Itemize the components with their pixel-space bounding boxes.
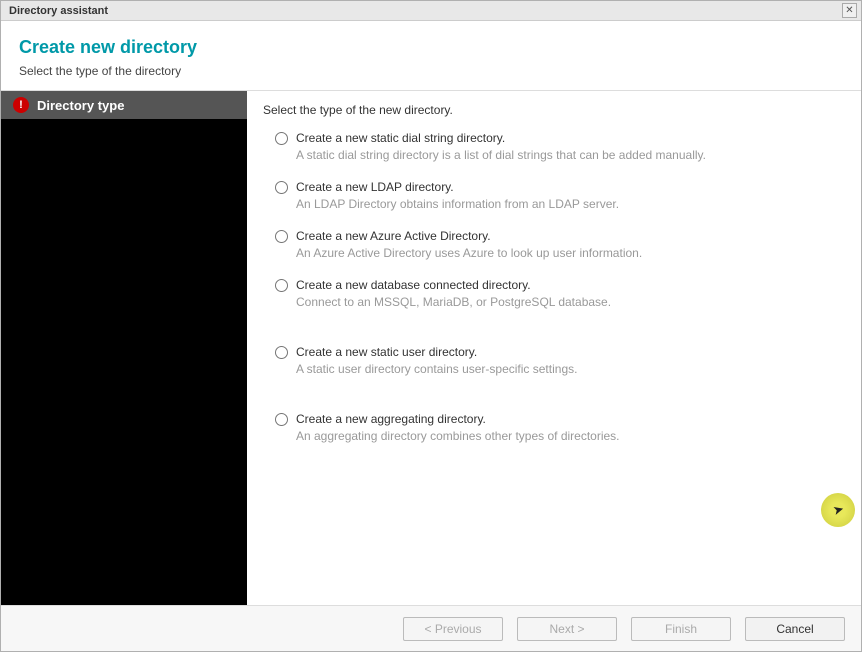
radio-row[interactable]: Create a new aggregating directory.	[275, 412, 845, 426]
button-bar: < Previous Next > Finish Cancel	[1, 605, 861, 651]
close-button[interactable]: ✕	[842, 3, 857, 18]
option-desc: An aggregating directory combines other …	[296, 429, 845, 443]
window-title: Directory assistant	[9, 5, 108, 17]
page-subtitle: Select the type of the directory	[19, 64, 843, 78]
instruction-text: Select the type of the new directory.	[263, 103, 845, 117]
radio-database[interactable]	[275, 279, 288, 292]
page-title: Create new directory	[19, 37, 843, 58]
next-button[interactable]: Next >	[517, 617, 617, 641]
radio-static-dial[interactable]	[275, 132, 288, 145]
option-desc: An LDAP Directory obtains information fr…	[296, 197, 845, 211]
sidebar-item-directory-type[interactable]: ! Directory type	[1, 91, 247, 119]
radio-row[interactable]: Create a new LDAP directory.	[275, 180, 845, 194]
option-static-user: Create a new static user directory. A st…	[263, 345, 845, 376]
radio-row[interactable]: Create a new static user directory.	[275, 345, 845, 359]
radio-label: Create a new static user directory.	[296, 345, 477, 359]
radio-azure[interactable]	[275, 230, 288, 243]
radio-label: Create a new database connected director…	[296, 278, 531, 292]
previous-button[interactable]: < Previous	[403, 617, 503, 641]
dialog-header: Create new directory Select the type of …	[1, 21, 861, 91]
option-static-dial: Create a new static dial string director…	[263, 131, 845, 162]
radio-label: Create a new aggregating directory.	[296, 412, 486, 426]
dialog-window: Directory assistant ✕ Create new directo…	[0, 0, 862, 652]
option-desc: A static user directory contains user-sp…	[296, 362, 845, 376]
radio-static-user[interactable]	[275, 346, 288, 359]
content-area: ! Directory type Select the type of the …	[1, 91, 861, 607]
option-desc: A static dial string directory is a list…	[296, 148, 845, 162]
sidebar-item-label: Directory type	[37, 98, 124, 113]
finish-button[interactable]: Finish	[631, 617, 731, 641]
alert-icon: !	[13, 97, 29, 113]
main-panel: Select the type of the new directory. Cr…	[247, 91, 861, 607]
option-desc: Connect to an MSSQL, MariaDB, or Postgre…	[296, 295, 845, 309]
titlebar: Directory assistant ✕	[1, 1, 861, 21]
cursor-icon: ➤	[831, 501, 846, 519]
option-ldap: Create a new LDAP directory. An LDAP Dir…	[263, 180, 845, 211]
wizard-sidebar: ! Directory type	[1, 91, 247, 607]
option-azure: Create a new Azure Active Directory. An …	[263, 229, 845, 260]
radio-ldap[interactable]	[275, 181, 288, 194]
radio-row[interactable]: Create a new database connected director…	[275, 278, 845, 292]
cursor-highlight: ➤	[821, 493, 855, 527]
radio-label: Create a new LDAP directory.	[296, 180, 454, 194]
cancel-button[interactable]: Cancel	[745, 617, 845, 641]
radio-label: Create a new Azure Active Directory.	[296, 229, 491, 243]
option-aggregating: Create a new aggregating directory. An a…	[263, 412, 845, 443]
option-desc: An Azure Active Directory uses Azure to …	[296, 246, 845, 260]
option-database: Create a new database connected director…	[263, 278, 845, 309]
radio-row[interactable]: Create a new static dial string director…	[275, 131, 845, 145]
radio-row[interactable]: Create a new Azure Active Directory.	[275, 229, 845, 243]
radio-label: Create a new static dial string director…	[296, 131, 505, 145]
close-icon: ✕	[845, 5, 853, 16]
radio-aggregating[interactable]	[275, 413, 288, 426]
